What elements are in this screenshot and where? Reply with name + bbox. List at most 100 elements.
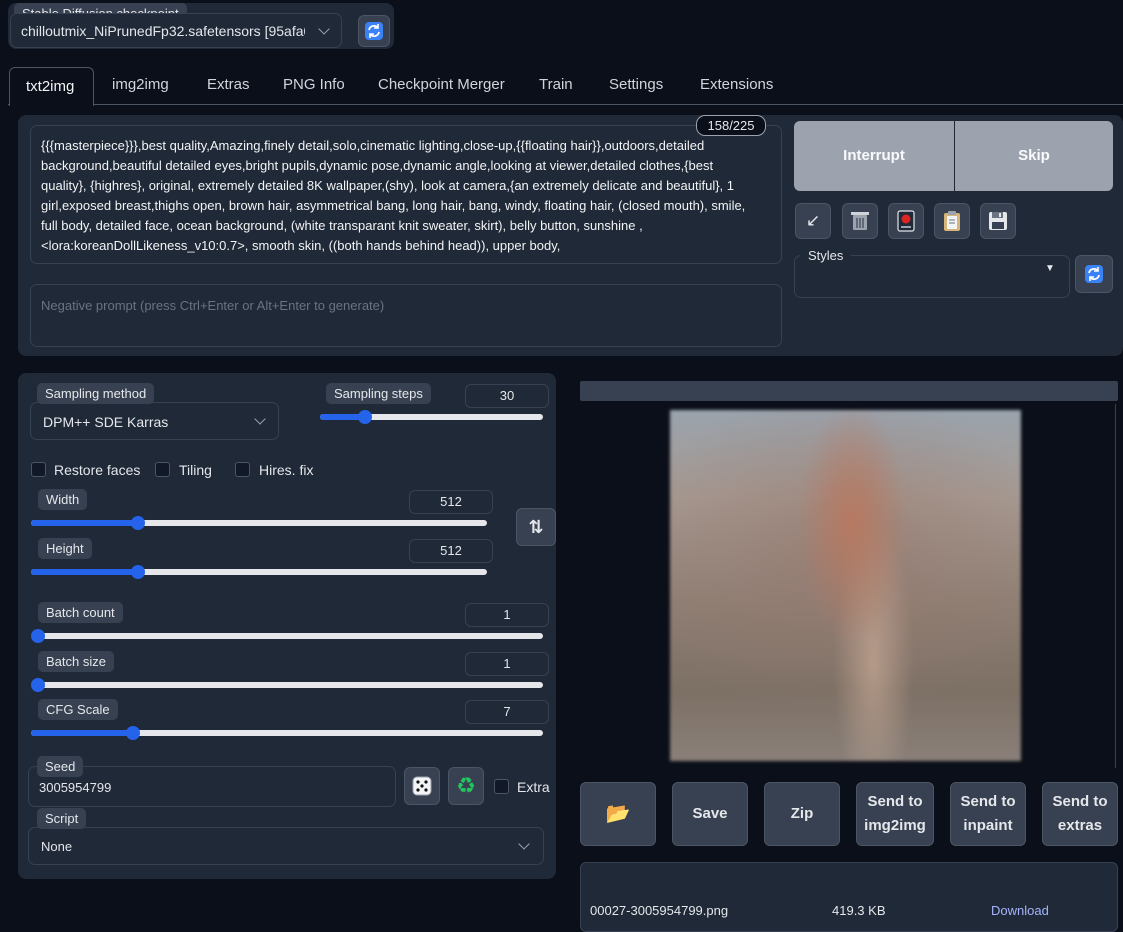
tab-extras[interactable]: Extras: [207, 76, 250, 93]
swap-dimensions-button[interactable]: ⇅: [516, 508, 556, 546]
slider-fill: [31, 730, 134, 736]
tab-settings[interactable]: Settings: [609, 76, 663, 93]
clipboard-icon: [944, 211, 960, 231]
extra-networks-button[interactable]: [888, 203, 924, 239]
slider-fill: [31, 569, 139, 575]
send-to-inpaint-label: Send to inpaint: [960, 793, 1016, 834]
token-counter: 158/225: [696, 115, 766, 136]
script-label: Script: [37, 808, 87, 829]
reuse-seed-button[interactable]: ♻: [448, 767, 484, 805]
sampling-method-dropdown[interactable]: DPM++ SDE Karras: [30, 402, 279, 440]
save-style-button[interactable]: [980, 203, 1016, 239]
interrupt-label: Interrupt: [843, 147, 905, 164]
caret-down-icon: ▼: [1045, 263, 1055, 274]
recycle-icon: ♻: [456, 773, 476, 798]
send-to-inpaint-button[interactable]: Send to inpaint: [950, 782, 1026, 846]
sampling-steps-input[interactable]: 30: [465, 384, 549, 408]
checkpoint-value: chilloutmix_NiPrunedFp32.safetensors [95…: [21, 23, 305, 39]
slider-knob[interactable]: [357, 410, 372, 424]
cfg-scale-label: CFG Scale: [38, 699, 118, 720]
negative-prompt-placeholder: Negative prompt (press Ctrl+Enter or Alt…: [41, 298, 385, 313]
width-input[interactable]: 512: [409, 490, 493, 514]
download-link[interactable]: Download: [991, 903, 1049, 918]
prompt-line: <lora:koreanDollLikeness_v10:0.7>, smoot…: [41, 238, 561, 253]
read-params-button[interactable]: ↙: [795, 203, 831, 239]
apply-style-button[interactable]: [934, 203, 970, 239]
tab-label: txt2img: [26, 78, 75, 95]
width-label: Width: [38, 489, 88, 510]
batch-size-input[interactable]: 1: [465, 652, 549, 676]
batch-count-label: Batch count: [38, 602, 123, 623]
send-to-img2img-button[interactable]: Send to img2img: [856, 782, 934, 846]
generated-image[interactable]: [670, 410, 1021, 761]
tab-train[interactable]: Train: [539, 76, 573, 93]
tab-extensions[interactable]: Extensions: [700, 76, 773, 93]
sampling-method-value: DPM++ SDE Karras: [43, 414, 169, 430]
file-info-panel: [580, 862, 1118, 932]
random-seed-button[interactable]: [404, 767, 440, 805]
seed-input[interactable]: 3005954799: [28, 766, 396, 807]
swap-arrows-icon: ⇅: [528, 516, 544, 537]
send-to-extras-button[interactable]: Send to extras: [1042, 782, 1118, 846]
sampling-method-label: Sampling method: [37, 383, 155, 404]
refresh-icon: [365, 22, 383, 40]
slider-fill: [31, 520, 139, 526]
zip-label: Zip: [790, 805, 814, 822]
cfg-scale-slider[interactable]: [31, 726, 543, 740]
sampling-steps-label: Sampling steps: [326, 383, 431, 404]
refresh-checkpoint-button[interactable]: [358, 15, 390, 47]
height-input[interactable]: 512: [409, 539, 493, 563]
seed-value: 3005954799: [39, 780, 112, 795]
batch-count-slider[interactable]: [31, 629, 543, 643]
hires-fix-checkbox[interactable]: [235, 462, 250, 477]
batch-size-slider[interactable]: [31, 678, 543, 692]
send-to-extras-label: Send to extras: [1052, 793, 1108, 834]
tab-txt2img[interactable]: txt2img: [9, 67, 94, 106]
zip-button[interactable]: Zip: [764, 782, 840, 846]
tab-checkpoint-merger[interactable]: Checkpoint Merger: [378, 76, 505, 93]
tiling-checkbox[interactable]: [155, 462, 170, 477]
script-dropdown[interactable]: None: [28, 827, 544, 865]
clear-prompt-button[interactable]: [842, 203, 878, 239]
sampling-steps-slider[interactable]: [320, 410, 543, 424]
height-slider[interactable]: [31, 565, 487, 579]
save-button[interactable]: Save: [672, 782, 748, 846]
dice-icon: [412, 776, 432, 796]
send-to-img2img-label: Send to img2img: [864, 793, 926, 834]
prompt-text: {{{masterpiece}}},best quality,Amazing,f…: [41, 136, 776, 256]
prompt-line: full body, detailed face, ocean backgrou…: [41, 218, 643, 233]
batch-count-input[interactable]: 1: [465, 603, 549, 627]
extra-seed-checkbox[interactable]: [494, 779, 509, 794]
skip-button[interactable]: Skip: [955, 121, 1113, 191]
negative-prompt-textarea[interactable]: Negative prompt (press Ctrl+Enter or Alt…: [30, 284, 782, 347]
slider-knob[interactable]: [31, 629, 45, 643]
file-name: 00027-3005954799.png: [590, 903, 729, 918]
seed-label: Seed: [37, 756, 84, 777]
tab-png-info[interactable]: PNG Info: [283, 76, 345, 93]
styles-label: Styles: [800, 245, 852, 266]
trash-icon: [851, 212, 869, 230]
restore-faces-checkbox[interactable]: [31, 462, 46, 477]
refresh-styles-button[interactable]: [1075, 255, 1113, 293]
extra-networks-icon: [897, 210, 915, 232]
open-folder-button[interactable]: 📂: [580, 782, 656, 846]
extra-seed-label: Extra: [517, 779, 550, 795]
cfg-scale-input[interactable]: 7: [465, 700, 549, 724]
checkpoint-dropdown[interactable]: chilloutmix_NiPrunedFp32.safetensors [95…: [10, 13, 342, 48]
prompt-line: quality}, {highres}, original, extremely…: [41, 178, 735, 193]
prompt-textarea[interactable]: {{{masterpiece}}},best quality,Amazing,f…: [30, 125, 782, 264]
restore-faces-label: Restore faces: [54, 462, 141, 478]
hires-fix-label: Hires. fix: [259, 462, 314, 478]
refresh-icon: [1085, 265, 1103, 283]
height-label: Height: [38, 538, 92, 559]
output-progress-bar: [580, 381, 1118, 401]
prompt-line: {{{masterpiece}}},best quality,Amazing,f…: [41, 138, 705, 153]
folder-icon: 📂: [605, 803, 631, 825]
arrow-down-left-icon: ↙: [805, 211, 821, 230]
chevron-down-icon: [318, 23, 330, 35]
width-slider[interactable]: [31, 516, 487, 530]
tab-img2img[interactable]: img2img: [112, 76, 169, 93]
slider-knob[interactable]: [31, 678, 45, 692]
interrupt-button[interactable]: Interrupt: [794, 121, 954, 191]
tab-bar-line: [8, 104, 1123, 105]
